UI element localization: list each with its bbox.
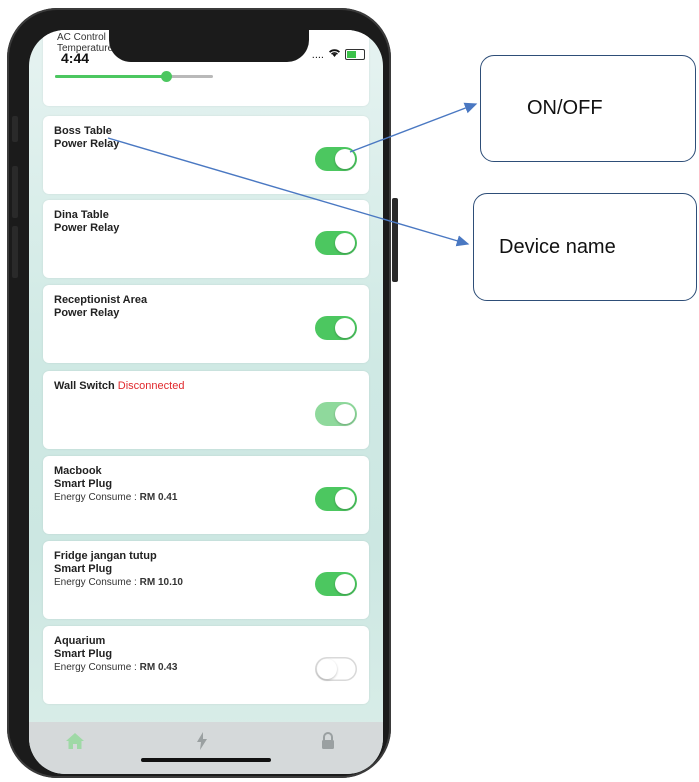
volume-down-button xyxy=(12,226,18,278)
power-toggle[interactable] xyxy=(315,402,357,426)
device-card-macbook[interactable]: Macbook Smart Plug Energy Consume : RM 0… xyxy=(43,456,369,534)
battery-icon xyxy=(345,49,365,60)
connection-status: Disconnected xyxy=(117,380,185,392)
signal-icon: .... xyxy=(311,48,324,61)
device-card-fridge[interactable]: Fridge jangan tutup Smart Plug Energy Co… xyxy=(43,541,369,619)
home-indicator xyxy=(141,758,271,762)
phone-frame: AC Control Temperature 4:44 .... Boss Ta… xyxy=(7,8,398,778)
power-button xyxy=(392,198,398,282)
device-name: Macbook xyxy=(54,465,102,477)
device-name: Fridge jangan tutup xyxy=(54,550,157,562)
device-type: Power Relay xyxy=(54,307,120,319)
device-card-boss-table[interactable]: Boss Table Power Relay xyxy=(43,116,369,194)
device-card-wall-switch[interactable]: Wall Switch Disconnected xyxy=(43,371,369,449)
ac-card-title: AC Control xyxy=(57,32,106,43)
tab-bar xyxy=(29,722,383,774)
callout-device-name: Device name xyxy=(473,193,697,301)
device-name: Wall Switch xyxy=(54,380,115,392)
device-name: Receptionist Area xyxy=(54,294,148,306)
app-screen: AC Control Temperature 4:44 .... Boss Ta… xyxy=(29,30,383,774)
mute-switch xyxy=(12,116,18,142)
power-toggle[interactable] xyxy=(315,572,357,596)
device-type: Power Relay xyxy=(54,222,120,234)
power-toggle[interactable] xyxy=(315,316,357,340)
device-card-dina-table[interactable]: Dina Table Power Relay xyxy=(43,200,369,278)
energy-consume: Energy Consume : RM 0.43 xyxy=(54,661,177,674)
device-type: Smart Plug xyxy=(54,648,113,660)
energy-label: Energy Consume : xyxy=(54,662,140,673)
power-toggle[interactable] xyxy=(315,147,357,171)
device-type: Smart Plug xyxy=(54,563,113,575)
slider-thumb[interactable] xyxy=(160,71,172,82)
device-name: Aquarium xyxy=(54,635,106,647)
slider-fill xyxy=(55,75,166,78)
energy-value: RM 0.43 xyxy=(139,662,178,673)
volume-up-button xyxy=(12,166,18,218)
status-time: 4:44 xyxy=(61,50,90,66)
power-toggle[interactable] xyxy=(315,231,357,255)
device-card-aquarium[interactable]: Aquarium Smart Plug Energy Consume : RM … xyxy=(43,626,369,704)
device-type: Smart Plug xyxy=(54,478,113,490)
energy-label: Energy Consume : xyxy=(54,577,140,588)
callout-device-name-label: Device name xyxy=(499,235,616,258)
energy-consume: Energy Consume : RM 0.41 xyxy=(54,491,177,504)
status-icons: .... xyxy=(312,48,365,61)
temperature-slider[interactable] xyxy=(55,71,213,82)
callout-onoff: ON/OFF xyxy=(480,55,696,162)
lightning-icon[interactable] xyxy=(196,732,208,755)
device-name: Boss Table xyxy=(54,125,112,137)
power-toggle[interactable] xyxy=(315,487,357,511)
notch xyxy=(109,30,309,62)
device-name: Dina Table xyxy=(54,209,109,221)
energy-consume: Energy Consume : RM 10.10 xyxy=(54,576,183,589)
wifi-icon xyxy=(328,48,341,61)
energy-value: RM 0.41 xyxy=(139,492,178,503)
lock-icon[interactable] xyxy=(321,732,335,755)
energy-label: Energy Consume : xyxy=(54,492,140,503)
device-card-receptionist-area[interactable]: Receptionist Area Power Relay xyxy=(43,285,369,363)
device-type: Power Relay xyxy=(54,138,120,150)
home-icon[interactable] xyxy=(65,732,85,755)
energy-value: RM 10.10 xyxy=(139,577,183,588)
power-toggle[interactable] xyxy=(315,657,357,681)
callout-onoff-label: ON/OFF xyxy=(527,97,603,119)
